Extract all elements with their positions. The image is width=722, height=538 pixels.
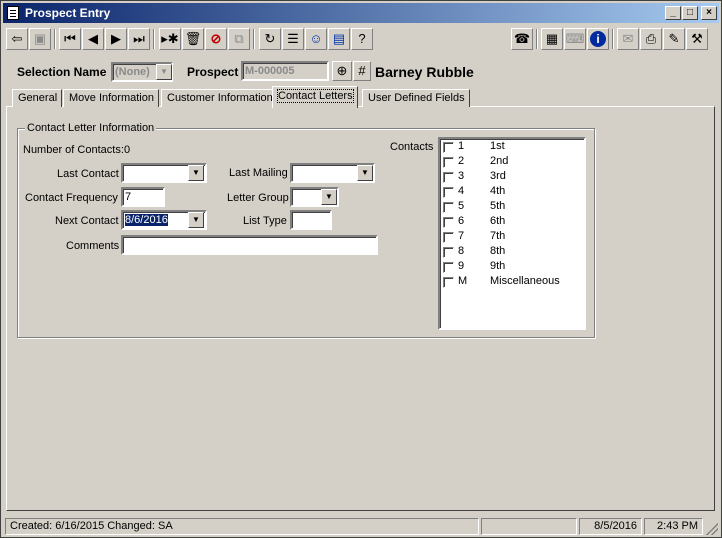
prospect-id-field[interactable]: M-000005	[241, 61, 329, 81]
toolbar: ⇦ ▣ ⏮ ◀ ▶ ⏭ ▸✱ 🗑 ⊘ ⧉ ↻ ☰ ☺ ▤ ? ☎ ▦ ⌨ i ✉…	[3, 26, 719, 54]
list-item[interactable]: 4 4th	[442, 185, 582, 200]
close-button[interactable]: ×	[701, 6, 717, 20]
calculator-icon[interactable]: ▦	[541, 28, 563, 50]
list-type-field[interactable]	[290, 210, 332, 230]
prospect-entry-window: Prospect Entry _ □ × ⇦ ▣ ⏮ ◀ ▶ ⏭ ▸✱ 🗑 ⊘ …	[0, 0, 722, 538]
phone-icon[interactable]: ☎	[511, 28, 533, 50]
toolbar-separator	[54, 29, 56, 49]
window-title: Prospect Entry	[25, 6, 111, 20]
toolbar-separator	[612, 29, 614, 49]
detail-icon[interactable]: #	[353, 61, 371, 81]
contacts-icon[interactable]: ☺	[305, 28, 327, 50]
resize-grip-icon[interactable]	[706, 523, 718, 535]
status-empty-panel	[481, 518, 577, 535]
title-bar[interactable]: Prospect Entry _ □ ×	[3, 3, 719, 23]
list-item[interactable]: 6 6th	[442, 215, 582, 230]
chevron-down-icon[interactable]: ▼	[156, 64, 172, 80]
app-icon	[7, 6, 19, 20]
chevron-down-icon[interactable]: ▼	[188, 212, 204, 228]
selection-name-label: Selection Name	[17, 65, 107, 79]
new-record-icon[interactable]: ▸✱	[159, 28, 181, 50]
list-item[interactable]: 7 7th	[442, 230, 582, 245]
list-item[interactable]: 1 1st	[442, 140, 582, 155]
checkbox[interactable]	[443, 142, 454, 153]
number-of-contacts-label: Number of Contacts:	[23, 144, 124, 156]
status-time: 2:43 PM	[644, 518, 703, 535]
contacts-label: Contacts	[390, 141, 434, 153]
toolbar-separator	[253, 29, 255, 49]
keyboard-icon[interactable]: ⌨	[564, 28, 586, 50]
comments-label: Comments	[66, 240, 120, 252]
exit-icon[interactable]: ⇦	[6, 28, 28, 50]
letter-group-label: Letter Group	[227, 192, 289, 204]
prospect-name: Barney Rubble	[375, 64, 474, 80]
list-item[interactable]: 8 8th	[442, 245, 582, 260]
checkbox[interactable]	[443, 187, 454, 198]
lookup-icon[interactable]: ⊕	[332, 61, 352, 81]
prev-record-icon[interactable]: ◀	[82, 28, 104, 50]
status-created-changed: Created: 6/16/2015 Changed: SA	[5, 518, 479, 535]
copy-icon[interactable]: ⧉	[228, 28, 250, 50]
checkbox[interactable]	[443, 202, 454, 213]
tab-contact-letters[interactable]: Contact Letters	[272, 86, 358, 108]
comments-field[interactable]	[121, 235, 378, 255]
contact-frequency-label: Contact Frequency	[25, 192, 118, 204]
checkbox[interactable]	[443, 157, 454, 168]
tab-move-information[interactable]: Move Information	[63, 89, 159, 107]
checkbox[interactable]	[443, 277, 454, 288]
last-contact-label: Last Contact	[57, 168, 119, 180]
list-item[interactable]: M Miscellaneous	[442, 275, 582, 290]
info-icon[interactable]: i	[587, 28, 609, 50]
note-icon[interactable]: ✎	[663, 28, 685, 50]
save-icon[interactable]: ▣	[29, 28, 51, 50]
checkbox[interactable]	[443, 172, 454, 183]
last-mailing-label: Last Mailing	[229, 167, 288, 179]
cancel-icon[interactable]: ⊘	[205, 28, 227, 50]
tools-icon[interactable]: ⚒	[686, 28, 708, 50]
first-record-icon[interactable]: ⏮	[59, 28, 81, 50]
mail-icon[interactable]: ✉	[617, 28, 639, 50]
list-item[interactable]: 5 5th	[442, 200, 582, 215]
contacts-listbox[interactable]: 1 1st 2 2nd 3 3rd 4 4th 5 5th 6 6th 7 7th 8 8th …	[438, 137, 586, 330]
prospect-label: Prospect	[187, 65, 239, 79]
notes-icon[interactable]: ☰	[282, 28, 304, 50]
list-type-label: List Type	[243, 215, 287, 227]
number-of-contacts-value: 0	[124, 144, 131, 156]
checkbox[interactable]	[443, 232, 454, 243]
checkbox[interactable]	[443, 262, 454, 273]
refresh-icon[interactable]: ↻	[259, 28, 281, 50]
minimize-button[interactable]: _	[665, 6, 681, 20]
status-date: 8/5/2016	[579, 518, 642, 535]
status-bar: Created: 6/16/2015 Changed: SA 8/5/2016 …	[3, 516, 719, 536]
clipboard-icon[interactable]: ▤	[328, 28, 350, 50]
next-record-icon[interactable]: ▶	[105, 28, 127, 50]
chevron-down-icon[interactable]: ▼	[321, 189, 337, 205]
list-item[interactable]: 9 9th	[442, 260, 582, 275]
maximize-button[interactable]: □	[682, 6, 698, 20]
printer-icon[interactable]: ⎙	[640, 28, 662, 50]
next-contact-label: Next Contact	[55, 215, 119, 227]
delete-icon[interactable]: 🗑	[182, 28, 204, 50]
toolbar-separator	[536, 29, 538, 49]
toolbar-separator	[153, 29, 155, 49]
list-item[interactable]: 2 2nd	[442, 155, 582, 170]
list-item[interactable]: 3 3rd	[442, 170, 582, 185]
checkbox[interactable]	[443, 217, 454, 228]
chevron-down-icon[interactable]: ▼	[188, 165, 204, 181]
chevron-down-icon[interactable]: ▼	[357, 165, 373, 181]
last-record-icon[interactable]: ⏭	[128, 28, 150, 50]
checkbox[interactable]	[443, 247, 454, 258]
group-title: Contact Letter Information	[25, 122, 157, 134]
tab-customer-information[interactable]: Customer Information	[161, 89, 278, 107]
help-icon[interactable]: ?	[351, 28, 373, 50]
tab-general[interactable]: General	[12, 89, 63, 107]
next-contact-value: 8/6/2016	[125, 214, 168, 226]
tab-user-defined-fields[interactable]: User Defined Fields	[362, 89, 470, 107]
contact-frequency-field[interactable]: 7	[121, 187, 165, 207]
